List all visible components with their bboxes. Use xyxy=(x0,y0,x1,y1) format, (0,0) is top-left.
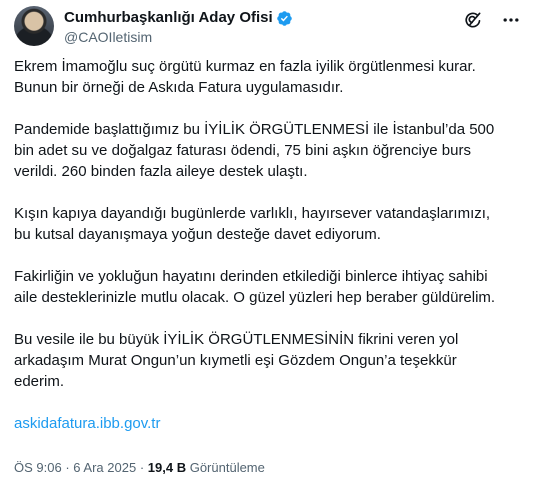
tweet-text: Ekrem İmamoğlu suç örgütü kurmaz en fazl… xyxy=(14,56,526,455)
tweet-paragraph: Kışın kapıya dayandığı bugünlerde varlık… xyxy=(14,205,491,243)
meta-separator: · xyxy=(65,460,70,475)
tweet-header: Cumhurbaşkanlığı Aday Ofisi @CAOIletisim xyxy=(14,6,525,48)
author-handle[interactable]: @CAOIletisim xyxy=(64,29,152,45)
tweet: Cumhurbaşkanlığı Aday Ofisi @CAOIletisim xyxy=(0,0,535,492)
views-count: 19,4 B xyxy=(147,460,187,475)
name-row: Cumhurbaşkanlığı Aday Ofisi xyxy=(64,9,293,27)
tweet-meta: ÖS 9:06 · 6 Ara 2025 · 19,4 B Görüntülem… xyxy=(14,460,265,475)
tweet-paragraph: Bu vesile ile bu büyük İYİLİK ÖRGÜTLENME… xyxy=(14,331,459,390)
more-icon[interactable] xyxy=(501,10,521,30)
display-name[interactable]: Cumhurbaşkanlığı Aday Ofisi xyxy=(64,9,273,27)
header-actions xyxy=(463,10,521,30)
tweet-link[interactable]: askidafatura.ibb.gov.tr xyxy=(14,415,160,432)
grok-icon[interactable] xyxy=(463,10,483,30)
tweet-paragraph: Ekrem İmamoğlu suç örgütü kurmaz en fazl… xyxy=(14,58,476,96)
avatar[interactable] xyxy=(14,6,54,46)
tweet-paragraph: Pandemide başlattığımız bu İYİLİK ÖRGÜTL… xyxy=(14,121,495,180)
verified-badge-icon xyxy=(276,10,293,27)
views-label: Görüntüleme xyxy=(189,460,265,475)
tweet-paragraph: Fakirliğin ve yokluğun hayatını derinden… xyxy=(14,268,496,306)
tweet-date[interactable]: 6 Ara 2025 xyxy=(73,460,136,475)
tweet-time[interactable]: ÖS 9:06 xyxy=(14,460,62,475)
meta-separator: · xyxy=(139,460,145,475)
tweet-link-paragraph: askidafatura.ibb.gov.tr xyxy=(14,413,526,434)
